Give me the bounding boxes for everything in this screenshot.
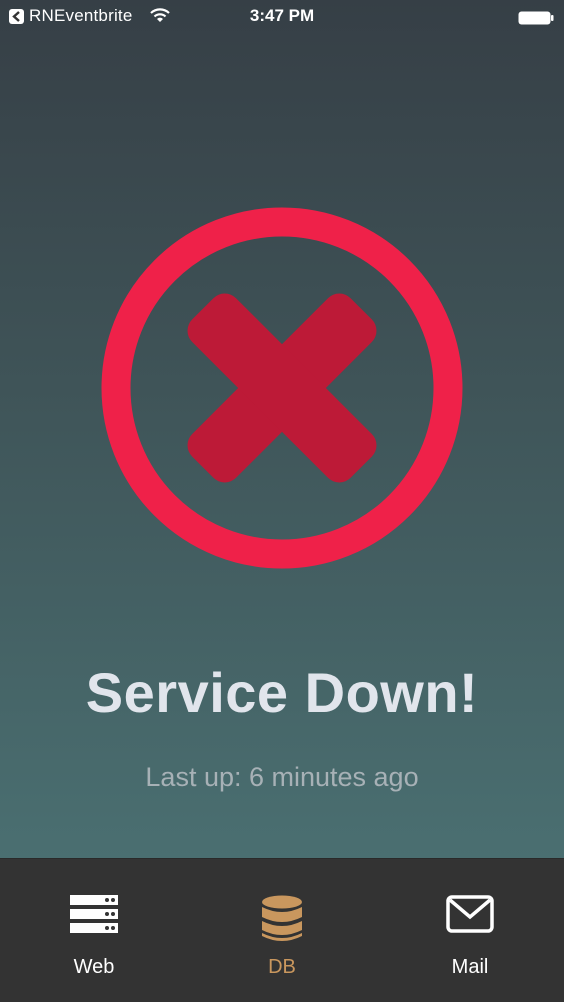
last-up-text: Last up: 6 minutes ago	[145, 762, 419, 792]
tab-bar: Web DB Mail	[0, 858, 564, 1002]
tab-web[interactable]: Web	[0, 859, 188, 1002]
tab-web-label: Web	[73, 956, 115, 978]
service-status-title: Service Down!	[85, 661, 479, 724]
mail-icon	[446, 895, 494, 938]
tab-db[interactable]: DB	[188, 859, 376, 1002]
status-time: 3:47 PM	[249, 6, 315, 25]
tab-mail-label: Mail	[451, 956, 489, 978]
server-icon	[70, 895, 118, 938]
battery-icon	[518, 10, 554, 30]
database-icon	[261, 895, 303, 948]
status-bar: RNEventbrite 3:47 PM	[0, 0, 564, 34]
app-screen: RNEventbrite 3:47 PM Service Down! Last	[0, 0, 564, 858]
service-down-graphic	[101, 207, 463, 574]
tab-db-label: DB	[268, 956, 296, 978]
tab-mail[interactable]: Mail	[376, 859, 564, 1002]
